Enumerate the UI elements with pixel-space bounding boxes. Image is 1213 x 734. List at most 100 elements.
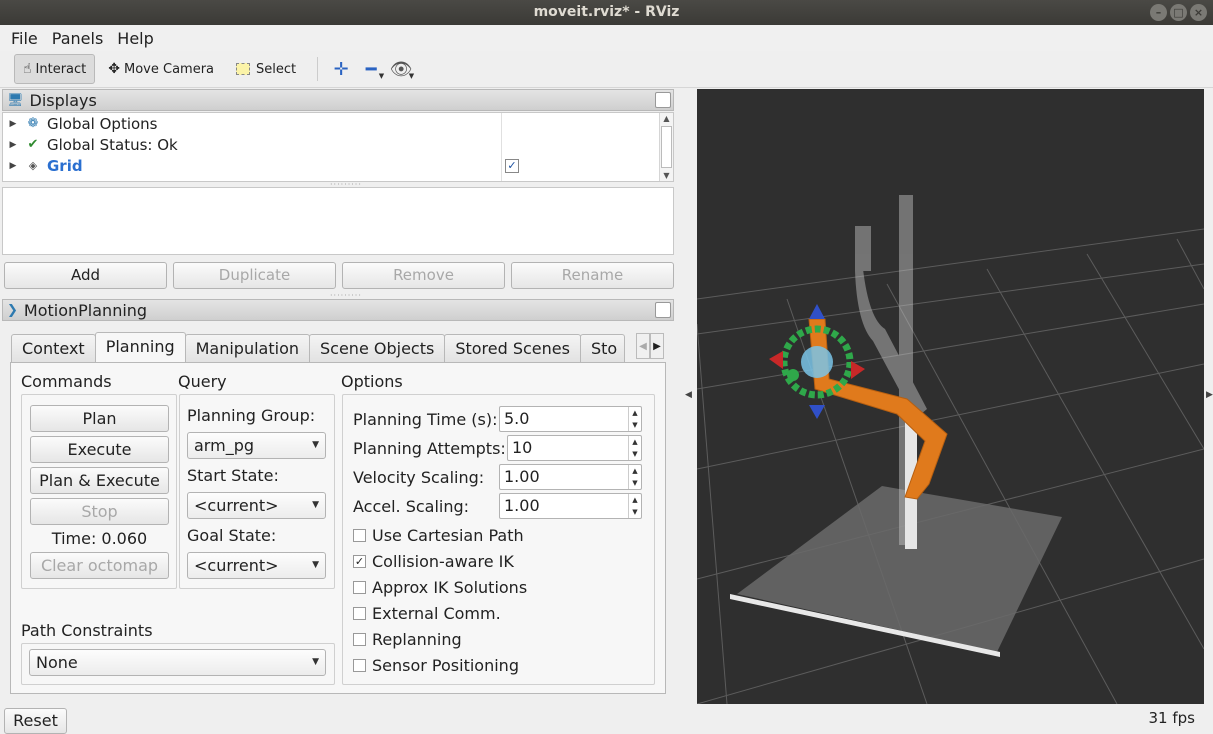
3d-viewport[interactable] — [697, 89, 1204, 704]
option-collision-aware-ik[interactable]: ✓ Collision-aware IK — [353, 552, 514, 571]
select-label: Select — [256, 61, 297, 77]
toolbar: ☝ Interact ✥ Move Camera Select ✛ ━ ▼ 👁 ▼ — [0, 51, 1213, 88]
option-label: Collision-aware IK — [372, 552, 514, 571]
marker-arrow-left-icon[interactable] — [769, 351, 783, 369]
tree-item-global-status[interactable]: ▶ ✔ Global Status: Ok — [3, 134, 673, 155]
start-state-select[interactable]: <current> ▼ — [187, 492, 326, 519]
duplicate-button[interactable]: Duplicate — [173, 262, 336, 289]
spin-arrows-icon[interactable]: ▲ ▼ — [628, 407, 641, 431]
tab-context[interactable]: Context — [11, 334, 96, 362]
velocity-scaling-value: 1.00 — [504, 467, 540, 486]
execute-button[interactable]: Execute — [30, 436, 169, 463]
planning-attempts-spinbox[interactable]: 10 ▲ ▼ — [507, 435, 642, 461]
maximize-icon[interactable]: □ — [1170, 4, 1187, 21]
spin-arrows-icon[interactable]: ▲ ▼ — [628, 494, 641, 518]
monitor-icon: 🖥 — [7, 92, 24, 108]
accel-scaling-spinbox[interactable]: 1.00 ▲ ▼ — [499, 493, 642, 519]
remove-tool-button[interactable]: ━ ▼ — [356, 54, 386, 84]
checkbox[interactable] — [353, 581, 366, 594]
scroll-up-icon[interactable]: ▲ — [660, 114, 673, 123]
add-tool-button[interactable]: ✛ — [326, 54, 356, 84]
marker-handle-green[interactable] — [787, 369, 799, 381]
checkbox[interactable] — [353, 607, 366, 620]
visibility-tool-button[interactable]: 👁 ▼ — [386, 54, 416, 84]
goal-state-select[interactable]: <current> ▼ — [187, 552, 326, 579]
tab-manipulation[interactable]: Manipulation — [184, 334, 310, 362]
motion-planning-float-checkbox[interactable] — [655, 302, 671, 318]
move-camera-tool-button[interactable]: ✥ Move Camera — [99, 54, 223, 84]
plan-execute-button[interactable]: Plan & Execute — [30, 467, 169, 494]
grid-icon: ◈ — [28, 159, 38, 172]
checkbox[interactable] — [353, 529, 366, 542]
menu-panels[interactable]: Panels — [45, 29, 111, 48]
interact-tool-button[interactable]: ☝ Interact — [14, 54, 96, 84]
minus-icon: ━ — [365, 58, 377, 80]
plan-button[interactable]: Plan — [30, 405, 169, 432]
tree-item-global-options[interactable]: ▶ ❁ Global Options — [3, 113, 673, 134]
scrollbar-thumb[interactable] — [661, 126, 672, 168]
chevron-right-icon[interactable]: ▶ — [650, 333, 664, 359]
rename-button[interactable]: Rename — [511, 262, 674, 289]
motion-planning-icon: ❯ — [7, 302, 18, 318]
marker-arrow-up-icon[interactable] — [809, 304, 825, 319]
query-title: Query — [178, 372, 227, 391]
velocity-scaling-spinbox[interactable]: 1.00 ▲ ▼ — [499, 464, 642, 490]
option-external-comm[interactable]: External Comm. — [353, 604, 501, 623]
minimize-icon[interactable]: – — [1150, 4, 1167, 21]
menu-bar: File Panels Help — [0, 25, 1213, 51]
displays-title: Displays — [29, 90, 97, 110]
marker-arrow-down-icon[interactable] — [809, 405, 825, 419]
interactive-marker-sphere[interactable] — [801, 346, 833, 378]
planning-group-select[interactable]: arm_pg ▼ — [187, 432, 326, 459]
option-label: External Comm. — [372, 604, 501, 623]
path-constraints-value: None — [36, 653, 78, 672]
option-approx-ik-solutions[interactable]: Approx IK Solutions — [353, 578, 527, 597]
tree-item-label: Global Options — [47, 114, 158, 133]
spin-arrows-icon[interactable]: ▲ ▼ — [628, 465, 641, 489]
add-button[interactable]: Add — [4, 262, 167, 289]
collapse-left-icon[interactable]: ◀ — [685, 390, 692, 400]
clear-octomap-button[interactable]: Clear octomap — [30, 552, 169, 579]
checkbox[interactable] — [353, 633, 366, 646]
menu-help[interactable]: Help — [110, 29, 160, 48]
select-tool-button[interactable]: Select — [227, 54, 305, 84]
reset-button[interactable]: Reset — [4, 708, 67, 734]
window-titlebar: moveit.rviz* - RViz – □ × — [0, 0, 1213, 25]
tab-scene-objects[interactable]: Scene Objects — [309, 334, 446, 362]
motion-planning-panel-header: ❯ MotionPlanning — [2, 299, 674, 321]
stop-button[interactable]: Stop — [30, 498, 169, 525]
checkbox[interactable] — [353, 659, 366, 672]
option-use-cartesian-path[interactable]: Use Cartesian Path — [353, 526, 524, 545]
chevron-left-icon[interactable]: ◀ — [636, 333, 650, 359]
tab-stored-states[interactable]: Sto — [579, 334, 625, 362]
menu-file[interactable]: File — [4, 29, 45, 48]
planning-time-spinbox[interactable]: 5.0 ▲ ▼ — [499, 406, 642, 432]
expand-arrow-icon[interactable]: ▶ — [3, 140, 23, 150]
accel-scaling-value: 1.00 — [504, 496, 540, 515]
goal-state-value: <current> — [194, 556, 279, 575]
expand-arrow-icon[interactable]: ▶ — [3, 161, 23, 171]
displays-button-row: Add Duplicate Remove Rename — [4, 262, 674, 289]
tree-scrollbar[interactable]: ▲ ▼ — [659, 113, 673, 181]
tab-scroll-arrows: ◀ ▶ — [636, 333, 664, 359]
option-sensor-positioning[interactable]: Sensor Positioning — [353, 656, 519, 675]
start-state-label: Start State: — [187, 466, 279, 485]
plus-icon: ✛ — [333, 58, 349, 80]
chevron-down-icon: ▼ — [312, 560, 319, 570]
tab-stored-scenes[interactable]: Stored Scenes — [444, 334, 581, 362]
grid-enabled-checkbox[interactable]: ✓ — [505, 159, 519, 173]
tree-item-grid[interactable]: ▶ ◈ Grid ✓ — [3, 155, 673, 176]
spin-arrows-icon[interactable]: ▲ ▼ — [628, 436, 641, 460]
displays-float-checkbox[interactable] — [655, 92, 671, 108]
scroll-down-icon[interactable]: ▼ — [660, 171, 673, 180]
remove-button[interactable]: Remove — [342, 262, 505, 289]
tab-planning[interactable]: Planning — [94, 332, 186, 362]
marker-arrow-right-icon[interactable] — [851, 361, 865, 379]
path-constraints-select[interactable]: None ▼ — [29, 649, 326, 676]
option-label: Approx IK Solutions — [372, 578, 528, 597]
option-replanning[interactable]: Replanning — [353, 630, 462, 649]
checkbox[interactable]: ✓ — [353, 555, 366, 568]
expand-arrow-icon[interactable]: ▶ — [3, 119, 23, 129]
collapse-right-icon[interactable]: ▶ — [1206, 390, 1213, 400]
close-icon[interactable]: × — [1190, 4, 1207, 21]
